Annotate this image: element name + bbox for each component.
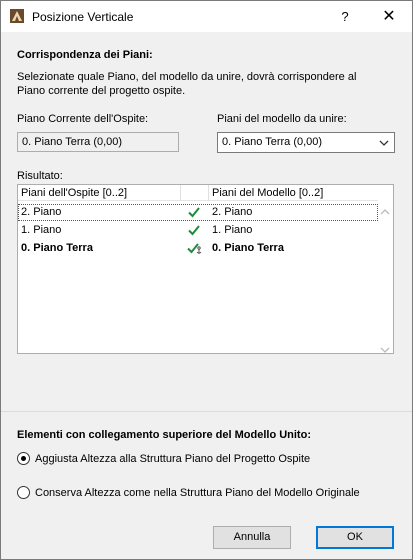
- model-floor-select[interactable]: 0. Piano Terra (0,00): [217, 132, 395, 153]
- help-button[interactable]: ?: [331, 1, 359, 32]
- checkmark-anchor-icon: [187, 241, 202, 255]
- result-label: Risultato:: [17, 170, 63, 182]
- radio-adjust-height-label[interactable]: Aggiusta Altezza alla Struttura Piano de…: [35, 453, 310, 465]
- column-host-header: Piani dell'Ospite [0..2]: [21, 187, 128, 199]
- table-row[interactable]: 1. Piano 1. Piano: [18, 222, 378, 239]
- host-floor-label: Piano Corrente dell'Ospite:: [17, 113, 149, 125]
- model-floor-label: Piani del modello da unire:: [217, 113, 347, 125]
- result-table[interactable]: Piani dell'Ospite [0..2] Piani del Model…: [17, 184, 394, 354]
- checkmark-icon: [187, 205, 201, 219]
- table-header: Piani dell'Ospite [0..2] Piani del Model…: [18, 185, 378, 201]
- radio-keep-height[interactable]: [17, 486, 30, 499]
- chevron-down-icon: [379, 138, 389, 146]
- host-floor-value: 0. Piano Terra (0,00): [22, 136, 123, 148]
- section-heading-floors: Corrispondenza dei Piani:: [17, 49, 153, 61]
- table-row[interactable]: 0. Piano Terra 0. Piano Terra: [18, 240, 378, 257]
- model-floor-cell: 2. Piano: [212, 206, 253, 218]
- description-line-2: Piano corrente del progetto ospite.: [17, 85, 186, 97]
- dialog-window: Posizione Verticale ? ✕ Corrispondenza d…: [0, 0, 413, 560]
- host-floor-cell: 1. Piano: [21, 224, 62, 236]
- model-floor-cell: 0. Piano Terra: [212, 242, 284, 254]
- column-divider: [208, 185, 209, 201]
- model-floor-cell: 1. Piano: [212, 224, 253, 236]
- radio-keep-height-label[interactable]: Conserva Altezza come nella Struttura Pi…: [35, 487, 360, 499]
- cancel-button[interactable]: Annulla: [213, 526, 291, 549]
- close-button[interactable]: ✕: [369, 1, 409, 32]
- title-bar: Posizione Verticale ? ✕: [1, 1, 412, 32]
- model-floor-selected: 0. Piano Terra (0,00): [222, 136, 323, 148]
- scroll-down-icon[interactable]: [380, 345, 390, 353]
- divider: [1, 411, 412, 412]
- column-divider: [180, 185, 181, 201]
- scroll-up-icon[interactable]: [380, 207, 390, 215]
- checkmark-icon: [187, 223, 201, 237]
- window-title: Posizione Verticale: [32, 10, 134, 24]
- radio-adjust-height[interactable]: [17, 452, 30, 465]
- host-floor-cell: 0. Piano Terra: [21, 242, 93, 254]
- app-icon: [10, 9, 24, 23]
- ok-button[interactable]: OK: [316, 526, 394, 549]
- section-heading-linked-elements: Elementi con collegamento superiore del …: [17, 429, 311, 441]
- host-floor-field: 0. Piano Terra (0,00): [17, 132, 179, 152]
- host-floor-cell: 2. Piano: [21, 206, 62, 218]
- table-row[interactable]: 2. Piano 2. Piano: [18, 204, 378, 221]
- column-model-header: Piani del Modello [0..2]: [212, 187, 324, 199]
- description-line-1: Selezionate quale Piano, del modello da …: [17, 71, 357, 83]
